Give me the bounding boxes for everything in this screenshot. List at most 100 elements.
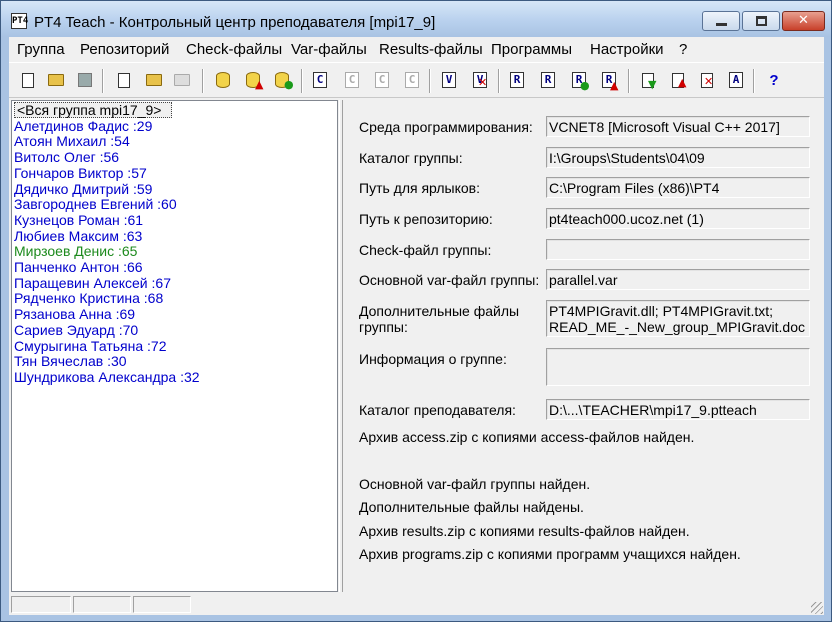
check-file-edit-icon: C bbox=[375, 72, 389, 88]
var-file-icon: V bbox=[442, 72, 456, 88]
add-mark-icon: ● bbox=[580, 79, 590, 92]
list-item[interactable]: Завгороднев Евгений :60 bbox=[13, 196, 177, 212]
results-file-add-button[interactable]: R ● bbox=[570, 71, 590, 92]
toolbar-separator bbox=[202, 69, 204, 93]
list-item[interactable]: Кузнецов Роман :61 bbox=[13, 212, 143, 228]
database-add-button[interactable]: ▲ bbox=[244, 71, 263, 90]
student-list[interactable]: <Вся группа mpi17_9> Алетдинов Фадис :29 А… bbox=[11, 100, 338, 592]
list-item[interactable]: Любиев Максим :63 bbox=[13, 228, 142, 244]
list-item[interactable]: Шундрикова Александра :32 bbox=[13, 369, 200, 385]
list-item[interactable]: Смурыгина Татьяна :72 bbox=[13, 338, 166, 354]
var-file-field[interactable]: parallel.var bbox=[546, 269, 810, 290]
database-icon bbox=[216, 72, 230, 88]
check-file-delete-icon: C bbox=[345, 72, 359, 88]
save-button[interactable] bbox=[76, 71, 94, 89]
list-item[interactable]: Панченко Антон :66 bbox=[13, 259, 143, 275]
maximize-button[interactable] bbox=[742, 11, 780, 31]
check-file-button[interactable]: C bbox=[311, 71, 329, 89]
list-item[interactable]: Витолс Олег :56 bbox=[13, 149, 119, 165]
database-edit-button[interactable]: ● bbox=[273, 71, 294, 91]
help-button[interactable]: ? bbox=[765, 71, 783, 89]
env-field[interactable]: VCNET8 [Microsoft Visual C++ 2017] bbox=[546, 116, 810, 137]
group-info-field[interactable] bbox=[546, 348, 810, 386]
toolbar-separator bbox=[628, 69, 630, 93]
help-icon: ? bbox=[769, 71, 779, 89]
results-file-button[interactable]: R bbox=[508, 71, 526, 89]
status-message: Архив programs.zip с копиями программ уч… bbox=[359, 546, 741, 562]
check-file-export-button[interactable]: C bbox=[403, 71, 421, 89]
menu-group[interactable]: Группа bbox=[17, 41, 65, 58]
group-dir-field[interactable]: I:\Groups\Students\04\09 bbox=[546, 147, 810, 168]
list-item[interactable]: Паращевин Алексей :67 bbox=[13, 275, 171, 291]
menu-results-files[interactable]: Results-файлы bbox=[379, 41, 483, 58]
menu-help[interactable]: ? bbox=[679, 41, 687, 58]
program-delete-button[interactable]: ✕ bbox=[698, 71, 716, 89]
folder-disabled-icon bbox=[174, 74, 190, 86]
add-mark-icon: ▼ bbox=[648, 78, 657, 91]
folder-disabled-button[interactable] bbox=[173, 71, 191, 89]
results-file-search-button[interactable]: R bbox=[539, 71, 557, 89]
close-button[interactable]: ✕ bbox=[782, 11, 825, 31]
open-button[interactable] bbox=[47, 71, 65, 89]
app-icon[interactable]: PT4 bbox=[11, 13, 28, 29]
list-item-all-group[interactable]: <Вся группа mpi17_9> bbox=[14, 102, 172, 118]
menu-bar: Группа Репозиторий Check-файлы Var-файлы… bbox=[9, 37, 824, 61]
status-panel-1 bbox=[11, 596, 71, 613]
upload-mark-icon: ▲ bbox=[678, 76, 687, 89]
group-info-label: Информация о группе: bbox=[359, 351, 507, 367]
program-upload-button[interactable]: ▲ bbox=[669, 71, 687, 89]
status-message: Архив access.zip с копиями access-файлов… bbox=[359, 429, 695, 445]
list-item[interactable]: Алетдинов Фадис :29 bbox=[13, 118, 152, 134]
var-file-button[interactable]: V bbox=[440, 71, 458, 89]
toolbar-separator bbox=[753, 69, 755, 93]
client-area: Группа Репозиторий Check-файлы Var-файлы… bbox=[9, 37, 824, 615]
resize-grip[interactable] bbox=[811, 602, 823, 614]
repo-label: Путь к репозиторию: bbox=[359, 211, 493, 227]
env-value: VCNET8 [Microsoft Visual C++ 2017] bbox=[549, 119, 780, 135]
check-file-label: Check-файл группы: bbox=[359, 242, 492, 258]
program-add-button[interactable]: ▼ bbox=[639, 71, 657, 91]
open-green-button[interactable] bbox=[145, 71, 163, 89]
list-item[interactable]: Рядченко Кристина :68 bbox=[13, 290, 163, 306]
env-label: Среда программирования: bbox=[359, 119, 533, 135]
results-file-export-button[interactable]: R ▲ bbox=[600, 71, 618, 91]
toolbar-separator bbox=[429, 69, 431, 93]
database-button[interactable] bbox=[214, 71, 232, 89]
search-doc-button[interactable] bbox=[115, 71, 133, 89]
title-bar[interactable]: PT4 PT4 Teach - Контрольный центр препод… bbox=[1, 1, 831, 37]
var-file-value: parallel.var bbox=[549, 272, 618, 288]
menu-var-files[interactable]: Var-файлы bbox=[291, 41, 367, 58]
list-item[interactable]: Тян Вячеслав :30 bbox=[13, 353, 127, 369]
check-file-delete-button[interactable]: C bbox=[343, 71, 361, 89]
extra-files-label-line2: группы: bbox=[359, 319, 408, 335]
check-file-field[interactable] bbox=[546, 239, 810, 260]
new-doc-button[interactable] bbox=[19, 71, 37, 89]
var-file-delete-button[interactable]: V ✕ bbox=[471, 71, 489, 89]
open-folder-icon bbox=[48, 74, 64, 86]
extra-files-value-line2: READ_ME_-_New_group_MPIGravit.doc bbox=[549, 319, 805, 335]
maximize-icon bbox=[756, 16, 767, 26]
group-dir-label: Каталог группы: bbox=[359, 150, 463, 166]
status-message: Архив results.zip с копиями results-файл… bbox=[359, 523, 690, 539]
program-info-button[interactable]: A bbox=[727, 71, 745, 89]
minimize-button[interactable] bbox=[702, 11, 740, 31]
menu-settings[interactable]: Настройки bbox=[590, 41, 664, 58]
menu-repository[interactable]: Репозиторий bbox=[80, 41, 169, 58]
shortcut-field[interactable]: C:\Program Files (x86)\PT4 bbox=[546, 177, 810, 198]
save-icon bbox=[78, 73, 92, 87]
search-doc-icon bbox=[118, 72, 130, 88]
repo-field[interactable]: pt4teach000.ucoz.net (1) bbox=[546, 208, 810, 229]
check-file-icon: C bbox=[313, 72, 327, 88]
menu-check-files[interactable]: Check-файлы bbox=[186, 41, 282, 58]
extra-files-field[interactable]: PT4MPIGravit.dll; PT4MPIGravit.txt; READ… bbox=[546, 300, 810, 337]
list-item[interactable]: Атоян Михаил :54 bbox=[13, 133, 130, 149]
list-item[interactable]: Сариев Эдуард :70 bbox=[13, 322, 138, 338]
teacher-dir-field[interactable]: D:\...\TEACHER\mpi17_9.ptteach bbox=[546, 399, 810, 420]
list-item[interactable]: Рязанова Анна :69 bbox=[13, 306, 135, 322]
edit-mark-icon: ● bbox=[284, 78, 294, 91]
menu-programs[interactable]: Программы bbox=[491, 41, 572, 58]
check-file-edit-button[interactable]: C bbox=[373, 71, 391, 89]
list-item[interactable]: Мирзоев Денис :65 bbox=[13, 243, 137, 259]
list-item[interactable]: Гончаров Виктор :57 bbox=[13, 165, 147, 181]
list-item[interactable]: Дядичко Дмитрий :59 bbox=[13, 181, 152, 197]
